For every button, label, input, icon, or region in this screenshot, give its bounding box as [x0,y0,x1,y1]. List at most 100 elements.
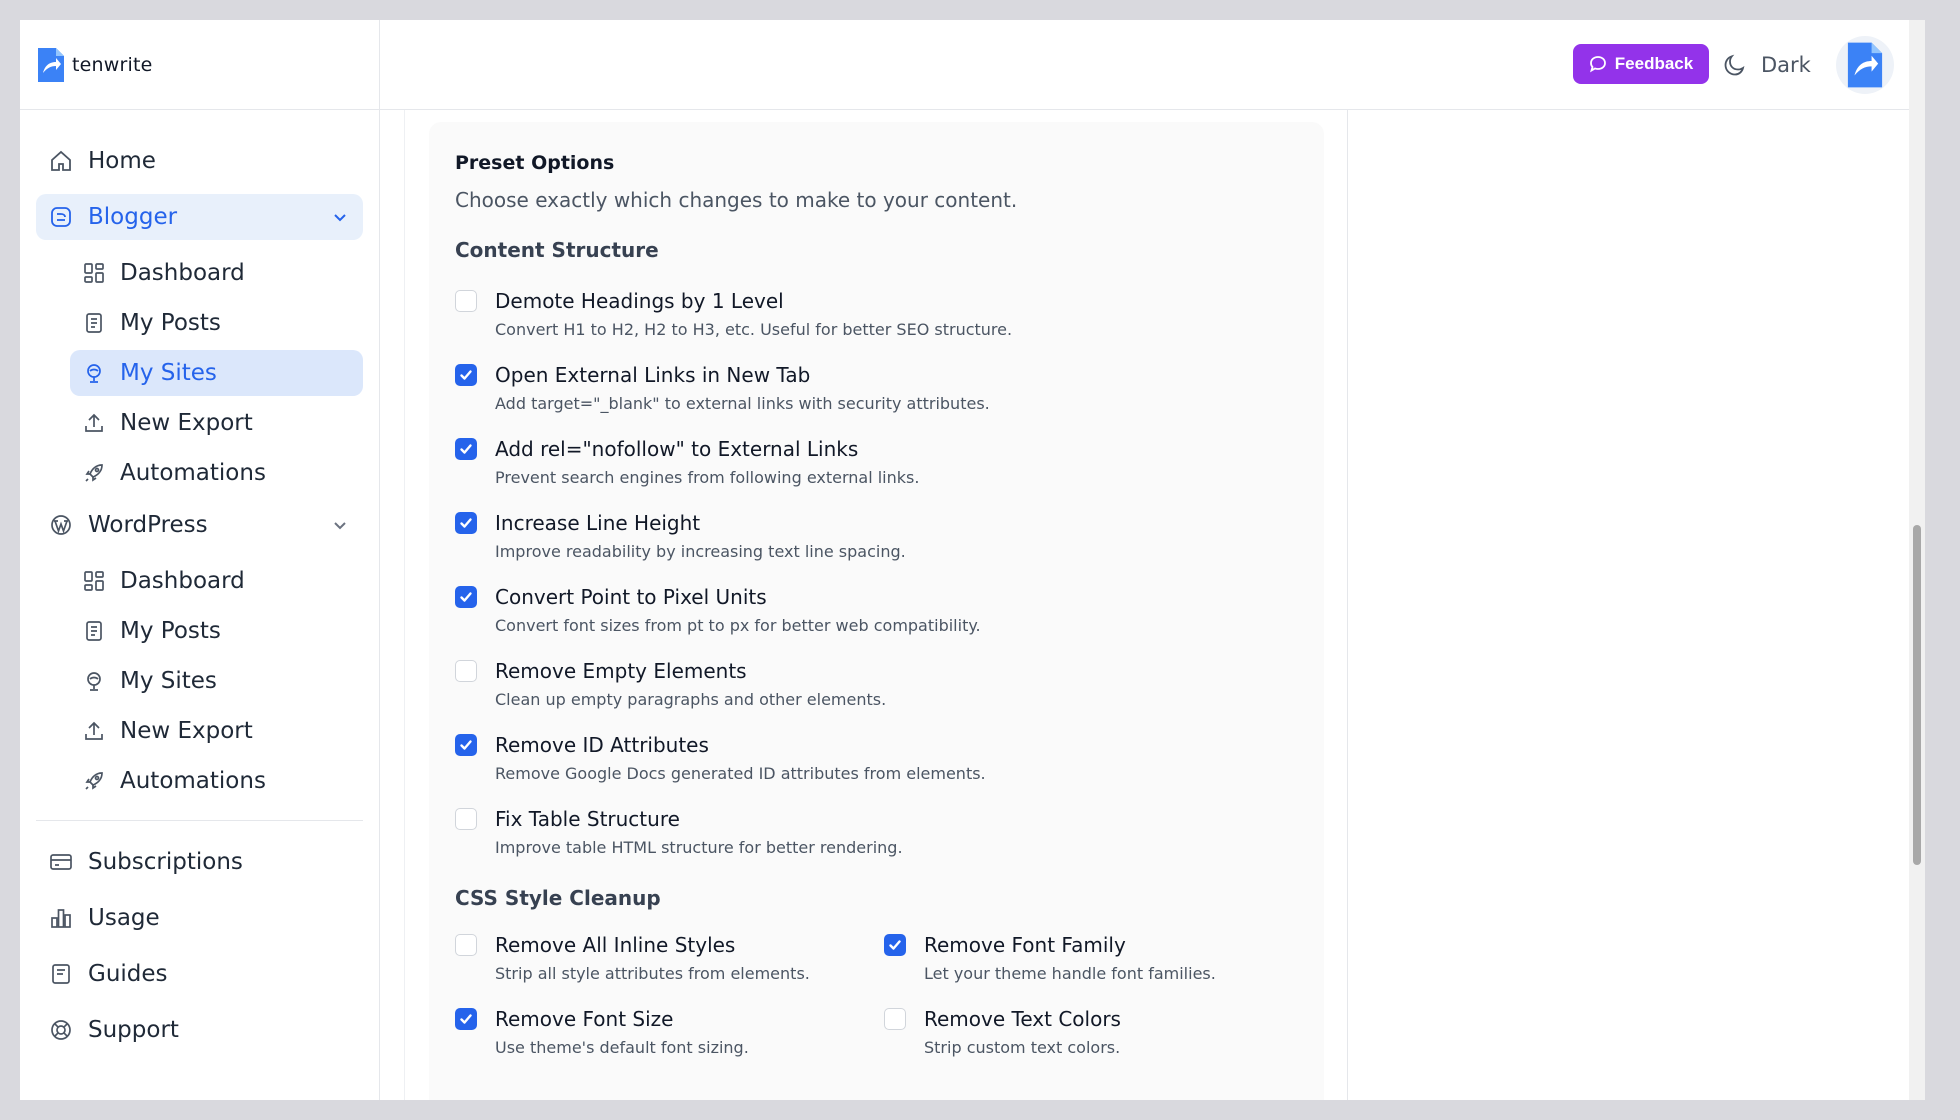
option-label: Add rel="nofollow" to External Links [495,437,859,461]
sidebar-item-wordpress-dashboard[interactable]: Dashboard [70,558,363,604]
option-description: Strip custom text colors. [924,1038,1121,1057]
sidebar-item-blogger-my-sites[interactable]: My Sites [70,350,363,396]
sidebar-item-label: WordPress [88,512,208,538]
sidebar-item-support[interactable]: Support [36,1007,363,1053]
option-description: Convert font sizes from pt to px for bet… [495,616,981,635]
avatar[interactable] [1836,36,1894,94]
option-description: Convert H1 to H2, H2 to H3, etc. Useful … [495,320,1013,339]
checkbox-checked[interactable] [455,438,477,460]
checkbox-unchecked[interactable] [455,808,477,830]
option-label: Open External Links in New Tab [495,363,811,387]
option-open-external-links[interactable]: Open External Links in New Tab Add target… [455,362,1298,414]
tenwrite-logo-icon [38,47,64,82]
option-label: Remove Font Size [495,1007,674,1031]
sidebar-item-label: Automations [120,460,266,486]
sidebar-item-label: Dashboard [120,260,245,286]
option-remove-text-colors[interactable]: Remove Text Colors Strip custom text colo… [884,1006,1284,1058]
sidebar-item-blogger-new-export[interactable]: New Export [70,400,363,446]
option-fix-table-structure[interactable]: Fix Table Structure Improve table HTML st… [455,806,1298,858]
option-remove-font-family[interactable]: Remove Font Family Let your theme handle … [884,932,1284,984]
sidebar-item-wordpress-new-export[interactable]: New Export [70,708,363,754]
option-description: Use theme's default font sizing. [495,1038,749,1057]
sidebar-item-wordpress-my-posts[interactable]: My Posts [70,608,363,654]
scrollbar-thumb[interactable] [1913,525,1921,865]
theme-toggle-label: Dark [1761,53,1811,77]
checkbox-unchecked[interactable] [455,934,477,956]
top-header: Feedback Dark [380,20,1925,110]
checkbox-checked[interactable] [455,734,477,756]
sidebar-item-label: Subscriptions [88,849,243,875]
option-add-nofollow[interactable]: Add rel="nofollow" to External Links Prev… [455,436,1298,488]
checkbox-checked[interactable] [455,586,477,608]
content-structure-options: Demote Headings by 1 Level Convert H1 to … [455,288,1298,858]
option-label: Demote Headings by 1 Level [495,289,784,313]
option-label: Remove All Inline Styles [495,933,736,957]
option-description: Let your theme handle font families. [924,964,1216,983]
brand[interactable]: tenwrite [20,20,379,110]
globe-icon [82,361,106,385]
globe-icon [82,669,106,693]
rocket-icon [82,461,106,485]
wordpress-submenu: Dashboard My Posts My Sites New Export A… [36,558,363,804]
sidebar-item-label: Home [88,148,156,174]
sidebar-item-usage[interactable]: Usage [36,895,363,941]
sidebar: tenwrite Home Blogger Dashboard My Posts… [20,20,380,1100]
feedback-label: Feedback [1614,54,1694,73]
option-convert-pt-to-px[interactable]: Convert Point to Pixel Units Convert font… [455,584,1298,636]
option-remove-inline-styles[interactable]: Remove All Inline Styles Strip all style … [455,932,884,984]
checkbox-checked[interactable] [455,512,477,534]
checkbox-checked[interactable] [455,364,477,386]
sidebar-item-label: My Sites [120,360,217,386]
option-description: Clean up empty paragraphs and other elem… [495,690,887,709]
option-description: Improve table HTML structure for better … [495,838,903,857]
chevron-down-icon [334,522,346,530]
option-demote-headings[interactable]: Demote Headings by 1 Level Convert H1 to … [455,288,1298,340]
sidebar-divider [36,820,363,821]
card-icon [48,849,74,875]
sidebar-item-wordpress-my-sites[interactable]: My Sites [70,658,363,704]
checkbox-unchecked[interactable] [455,660,477,682]
option-description: Add target="_blank" to external links wi… [495,394,990,413]
sidebar-item-subscriptions[interactable]: Subscriptions [36,839,363,885]
sidebar-item-blogger-automations[interactable]: Automations [70,450,363,496]
checkbox-unchecked[interactable] [455,290,477,312]
document-icon [82,311,106,335]
checkbox-checked[interactable] [455,1008,477,1030]
sidebar-item-home[interactable]: Home [36,138,363,184]
checkmark-icon [460,592,472,602]
checkbox-checked[interactable] [884,934,906,956]
sidebar-item-wordpress-automations[interactable]: Automations [70,758,363,804]
sidebar-item-blogger-my-posts[interactable]: My Posts [70,300,363,346]
upload-icon [82,411,106,435]
sidebar-item-label: My Posts [120,310,221,336]
sidebar-item-label: Blogger [88,204,178,230]
theme-toggle[interactable]: Dark [1723,48,1811,82]
option-increase-line-height[interactable]: Increase Line Height Improve readability … [455,510,1298,562]
checkmark-icon [889,940,901,950]
app-window: tenwrite Home Blogger Dashboard My Posts… [20,20,1925,1100]
brand-name: tenwrite [72,53,153,76]
main-content: Preset Options Choose exactly which chan… [380,110,1745,1100]
sidebar-item-label: Automations [120,768,266,794]
sidebar-item-wordpress[interactable]: WordPress [36,502,363,548]
option-remove-empty-elements[interactable]: Remove Empty Elements Clean up empty para… [455,658,1298,710]
sidebar-item-blogger[interactable]: Blogger [36,194,363,240]
book-icon [48,961,74,987]
sidebar-item-blogger-dashboard[interactable]: Dashboard [70,250,363,296]
checkmark-icon [460,444,472,454]
wordpress-icon [48,512,74,538]
checkbox-unchecked[interactable] [884,1008,906,1030]
upload-icon [82,719,106,743]
card-subtitle: Choose exactly which changes to make to … [455,188,1018,212]
sidebar-item-label: Support [88,1017,179,1043]
page-scrollbar[interactable] [1909,20,1925,1100]
css-cleanup-options: Remove All Inline Styles Strip all style … [455,910,1298,1058]
sidebar-item-guides[interactable]: Guides [36,951,363,997]
option-remove-id-attributes[interactable]: Remove ID Attributes Remove Google Docs g… [455,732,1298,784]
sidebar-item-label: My Posts [120,618,221,644]
blogger-icon [48,204,74,230]
chevron-down-icon [334,214,346,222]
option-remove-font-size[interactable]: Remove Font Size Use theme's default font… [455,1006,884,1058]
feedback-button[interactable]: Feedback [1573,44,1709,84]
rocket-icon [82,769,106,793]
